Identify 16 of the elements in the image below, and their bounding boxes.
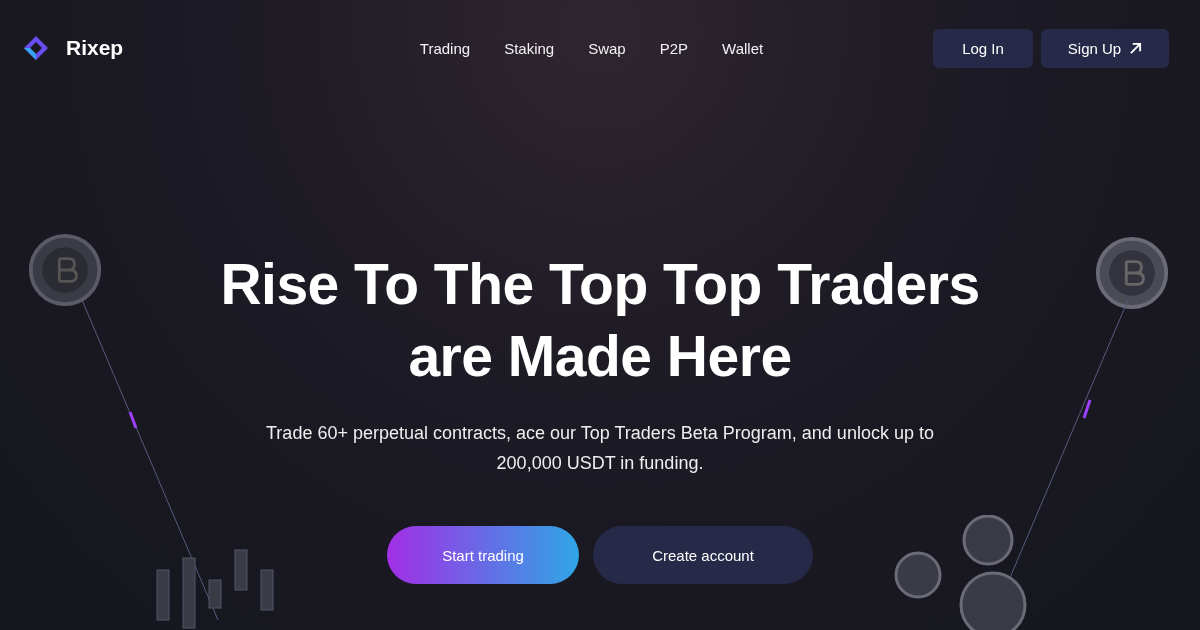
coin-icon — [1094, 235, 1170, 311]
nav-link[interactable]: Staking — [504, 39, 555, 57]
hero-subtitle: Trade 60+ perpetual contracts, ace our Top Traders Beta Program, and unlock up to 200,000 USDT in funding. — [265, 422, 935, 475]
arrow-icon — [1129, 41, 1143, 55]
nav-link[interactable]: Swap — [588, 39, 626, 57]
start-trading-button[interactable]: Start trading — [387, 526, 579, 584]
nav-link[interactable]: Wallet — [722, 39, 764, 57]
logo-text[interactable]: Rixep — [66, 36, 124, 60]
nav-link[interactable]: P2P — [659, 39, 689, 57]
create-account-button[interactable]: Create account — [593, 526, 813, 584]
signup-button[interactable]: Sign Up — [1041, 28, 1169, 68]
hero-heading: Rise To The Top Top Traders are Made Here — [220, 251, 980, 390]
logo-icon — [22, 34, 50, 62]
coin-icon — [27, 232, 103, 308]
login-button[interactable]: Log In — [933, 28, 1033, 68]
nav-link[interactable]: Trading — [419, 39, 471, 57]
